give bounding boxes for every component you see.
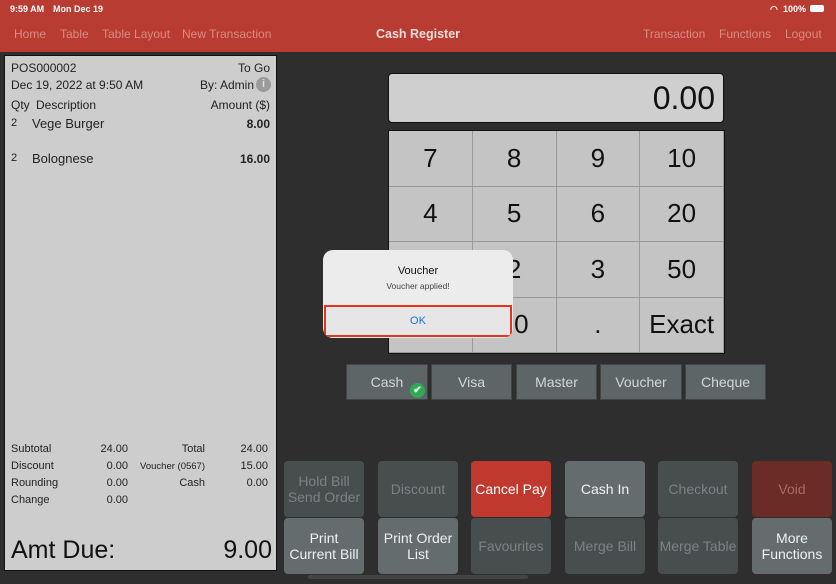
status-date: Mon Dec 19 — [53, 4, 104, 14]
cancel-pay-button[interactable]: Cancel Pay — [471, 461, 551, 517]
receipt-item[interactable]: 2 Bolognese 16.00 — [5, 151, 276, 173]
nav-home[interactable]: Home — [14, 27, 46, 41]
check-icon: ✔ — [410, 383, 425, 398]
key-dot[interactable]: . — [556, 297, 641, 353]
order-type: To Go — [237, 61, 270, 75]
nav-functions[interactable]: Functions — [719, 27, 771, 41]
hold-bill-send-order-button[interactable]: Hold Bill Send Order — [284, 461, 364, 517]
key-4[interactable]: 4 — [389, 186, 473, 242]
cash-label: Cash — [179, 477, 205, 489]
battery-level: 100% — [783, 4, 807, 14]
col-amount: Amount ($) — [210, 98, 270, 112]
discount-label: Discount — [11, 460, 54, 472]
amount-due-value: 9.00 — [223, 536, 272, 564]
nav-table[interactable]: Table — [60, 27, 89, 41]
print-order-list-button[interactable]: Print Order List — [378, 518, 458, 574]
total-label: Total — [181, 443, 205, 455]
merge-bill-button[interactable]: Merge Bill — [565, 518, 645, 574]
total-value: 24.00 — [240, 443, 268, 455]
battery-icon — [810, 5, 824, 12]
col-qty: Qty — [11, 98, 30, 112]
key-9[interactable]: 9 — [556, 131, 641, 187]
scrollbar[interactable] — [308, 575, 528, 579]
key-50[interactable]: 50 — [640, 242, 724, 298]
item-qty: 2 — [11, 152, 18, 164]
nav-logout[interactable]: Logout — [785, 27, 822, 41]
change-value: 0.00 — [106, 494, 128, 506]
dialog-title: Voucher — [397, 265, 439, 277]
nav-new-transaction[interactable]: New Transaction — [182, 27, 271, 41]
col-description: Description — [36, 98, 97, 112]
pay-label: Cash — [370, 374, 404, 390]
pay-cheque-button[interactable]: Cheque — [685, 364, 766, 400]
key-8[interactable]: 8 — [472, 131, 557, 187]
rounding-label: Rounding — [11, 477, 59, 489]
voucher-value: 15.00 — [240, 460, 268, 472]
void-button[interactable]: Void — [752, 461, 832, 517]
status-time: 9:59 AM — [10, 4, 45, 14]
rounding-value: 0.00 — [106, 477, 128, 489]
key-20[interactable]: 20 — [640, 186, 724, 242]
key-6[interactable]: 6 — [556, 186, 641, 242]
dialog-message: Voucher applied! — [386, 281, 450, 291]
voucher-label: Voucher (0567) — [140, 461, 205, 472]
item-qty: 2 — [11, 117, 18, 129]
subtotal-value: 24.00 — [100, 443, 128, 455]
item-desc: Vege Burger — [32, 116, 105, 131]
key-5[interactable]: 5 — [472, 186, 557, 242]
amount-display: 0.00 — [388, 73, 724, 123]
pay-label: Voucher — [615, 374, 667, 390]
discount-value: 0.00 — [106, 460, 128, 472]
pay-visa-button[interactable]: Visa — [431, 364, 512, 400]
cash-value: 0.00 — [246, 477, 268, 489]
dialog-ok-button[interactable]: OK — [324, 305, 512, 337]
pay-cash-button[interactable]: Cash ✔ — [346, 364, 428, 400]
nav-transaction[interactable]: Transaction — [643, 27, 705, 41]
pay-master-button[interactable]: Master — [516, 364, 597, 400]
wifi-icon: ◠ — [770, 4, 778, 14]
pay-label: Master — [535, 374, 578, 390]
amount-due-label: Amt Due: — [11, 536, 116, 564]
key-10[interactable]: 10 — [640, 131, 724, 187]
pay-label: Cheque — [700, 374, 751, 390]
order-number: POS000002 — [11, 61, 77, 75]
voucher-alert-dialog: Voucher Voucher applied! OK — [323, 250, 513, 338]
receipt-item[interactable]: 2 Vege Burger 8.00 — [5, 116, 276, 138]
subtotal-label: Subtotal — [11, 443, 52, 455]
discount-button[interactable]: Discount — [378, 461, 458, 517]
item-amount: 8.00 — [246, 117, 270, 131]
pay-voucher-button[interactable]: Voucher — [600, 364, 682, 400]
key-exact[interactable]: Exact — [640, 297, 724, 353]
more-functions-button[interactable]: More Functions — [752, 518, 832, 574]
merge-table-button[interactable]: Merge Table — [658, 518, 738, 574]
favourites-button[interactable]: Favourites — [471, 518, 551, 574]
item-desc: Bolognese — [32, 151, 94, 166]
order-datetime: Dec 19, 2022 at 9:50 AM — [11, 78, 144, 92]
key-7[interactable]: 7 — [389, 131, 473, 187]
item-amount: 16.00 — [239, 152, 270, 166]
checkout-button[interactable]: Checkout — [658, 461, 738, 517]
header-bar: 9:59 AM Mon Dec 19 ◠ 100% Home Table Tab… — [0, 0, 836, 52]
print-current-bill-button[interactable]: Print Current Bill — [284, 518, 364, 574]
receipt-panel: POS000002 To Go Dec 19, 2022 at 9:50 AM … — [4, 55, 277, 571]
nav-table-layout[interactable]: Table Layout — [102, 27, 170, 41]
order-by: By: Admin — [199, 78, 254, 92]
key-3[interactable]: 3 — [556, 242, 641, 298]
pay-label: Visa — [458, 374, 485, 390]
change-label: Change — [11, 494, 50, 506]
info-icon[interactable]: i — [256, 77, 271, 92]
cash-in-button[interactable]: Cash In — [565, 461, 645, 517]
